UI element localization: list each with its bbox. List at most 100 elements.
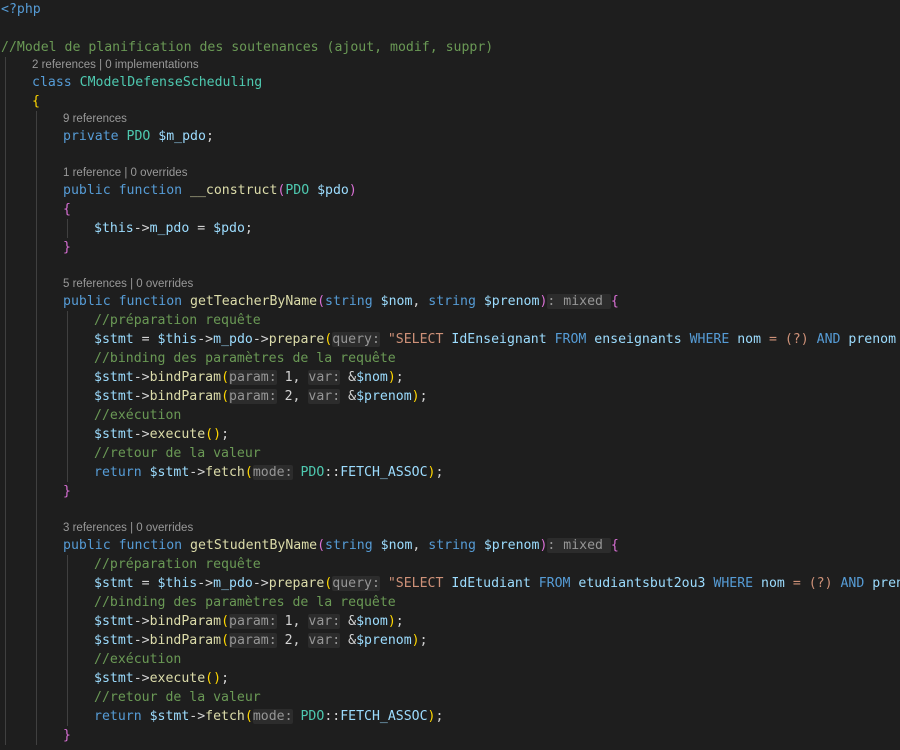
code-token: WHERE [689, 332, 738, 347]
code-token: getStudentByName [190, 538, 318, 553]
code-token: function [118, 183, 191, 198]
code-token: $pdo [317, 183, 349, 198]
code-editor[interactable]: <?php //Model de planification des souten… [0, 0, 900, 750]
code-token: -> [189, 709, 206, 724]
codelens-text[interactable]: 5 references | 0 overrides [63, 278, 193, 290]
code-token: -> [252, 332, 269, 347]
code-token: return [94, 465, 150, 480]
codelens-hint[interactable]: 3 references | 0 overrides [0, 520, 193, 536]
code-token: ; [221, 671, 230, 686]
inlay-hint: : mixed [547, 294, 611, 309]
code-token: $this [157, 576, 198, 591]
code-token: string [428, 538, 484, 553]
code-line: $this->m_pdo = $pdo; [0, 219, 253, 238]
code-token: etudiantsbut2ou3 [578, 576, 714, 591]
codelens-text[interactable]: 9 references [63, 113, 127, 125]
codelens-hint[interactable]: 5 references | 0 overrides [0, 276, 193, 292]
inlay-hint: mode: [252, 465, 293, 480]
code-token: ( [221, 614, 230, 629]
code-token: PDO [126, 129, 159, 144]
code-token: enseignants [594, 332, 690, 347]
code-token: nom [761, 576, 793, 591]
code-token: $m_pdo [158, 129, 206, 144]
inlay-hint: param: [229, 370, 277, 385]
code-token: fetch [205, 709, 245, 724]
code-token: ; [244, 221, 253, 236]
code-token: $this [157, 332, 198, 347]
code-token: string [325, 538, 381, 553]
code-token: FROM [538, 576, 579, 591]
inlay-hint: mode: [252, 709, 293, 724]
code-line: $stmt->bindParam(param: 2, var: &$prenom… [0, 631, 428, 650]
codelens-text[interactable]: 3 references | 0 overrides [63, 522, 193, 534]
code-token: ( [317, 294, 326, 309]
code-token: getTeacherByName [190, 294, 318, 309]
code-token: $pdo [213, 221, 245, 236]
code-line: //exécution [0, 406, 181, 425]
code-token: //préparation requête [94, 313, 261, 328]
code-token: PDO [300, 709, 325, 724]
codelens-text[interactable]: 1 reference | 0 overrides [63, 167, 187, 179]
code-token: FETCH_ASSOC [340, 709, 428, 724]
code-token: 1, [276, 370, 309, 385]
code-token: ( [244, 709, 253, 724]
code-token: __construct [190, 183, 278, 198]
code-line: $stmt->bindParam(param: 1, var: &$nom); [0, 612, 404, 631]
code-token: bindParam [149, 614, 222, 629]
code-token: $this [94, 221, 134, 236]
code-line: public function getStudentByName(string … [0, 536, 619, 555]
code-token: 1, [276, 614, 309, 629]
code-token: } [63, 240, 71, 255]
inlay-hint: var: [308, 389, 341, 404]
code-line: class CModelDefenseScheduling [0, 73, 262, 92]
code-token: { [63, 202, 71, 217]
codelens-text[interactable]: 2 references | 0 implementations [32, 59, 199, 71]
code-token: -> [133, 427, 150, 442]
code-line: $stmt = $this->m_pdo->prepare(query: "SE… [0, 330, 900, 349]
codelens-hint[interactable]: 2 references | 0 implementations [0, 57, 199, 73]
code-token: //retour de la valeur [94, 690, 261, 705]
inlay-hint: param: [229, 633, 277, 648]
code-token: -> [133, 633, 150, 648]
code-token: ) [387, 370, 396, 385]
code-token: $stmt [149, 709, 190, 724]
code-token: ; [395, 370, 404, 385]
code-token: m_pdo [213, 576, 253, 591]
code-line: //binding des paramètres de la requête [0, 349, 396, 368]
code-line: //préparation requête [0, 555, 261, 574]
inlay-hint: var: [308, 370, 341, 385]
code-token: $nom [380, 538, 413, 553]
code-line: private PDO $m_pdo; [0, 127, 214, 146]
inlay-hint: var: [308, 633, 341, 648]
code-token: IdEnseignant [451, 332, 555, 347]
codelens-hint[interactable]: 1 reference | 0 overrides [0, 165, 187, 181]
code-token: $prenom [483, 538, 540, 553]
code-token: ( [221, 633, 230, 648]
code-token: "SELECT [387, 332, 452, 347]
code-token: -> [133, 614, 150, 629]
code-token: PDO [300, 465, 325, 480]
code-token: PDO [285, 183, 318, 198]
code-token: IdEtudiant [451, 576, 539, 591]
code-token: { [32, 94, 40, 109]
codelens-hint[interactable]: 9 references [0, 111, 127, 127]
code-token: execute [149, 427, 206, 442]
code-line: //retour de la valeur [0, 444, 261, 463]
code-token: -> [252, 576, 269, 591]
code-token: //binding des paramètres de la requête [94, 595, 396, 610]
code-token: , [412, 538, 429, 553]
code-token: ) [411, 633, 420, 648]
code-token: public [63, 294, 119, 309]
inlay-hint: : mixed [547, 538, 611, 553]
code-token: :: [324, 465, 341, 480]
code-line: { [0, 200, 71, 219]
code-token: -> [133, 389, 150, 404]
code-token: ) [411, 389, 420, 404]
code-token: () [205, 427, 222, 442]
code-token: } [63, 484, 71, 499]
code-token: ; [205, 129, 214, 144]
code-token: m_pdo [213, 332, 253, 347]
code-line: //binding des paramètres de la requête [0, 593, 396, 612]
code-line: return $stmt->fetch(mode: PDO::FETCH_ASS… [0, 463, 443, 482]
code-token: & [340, 633, 357, 648]
